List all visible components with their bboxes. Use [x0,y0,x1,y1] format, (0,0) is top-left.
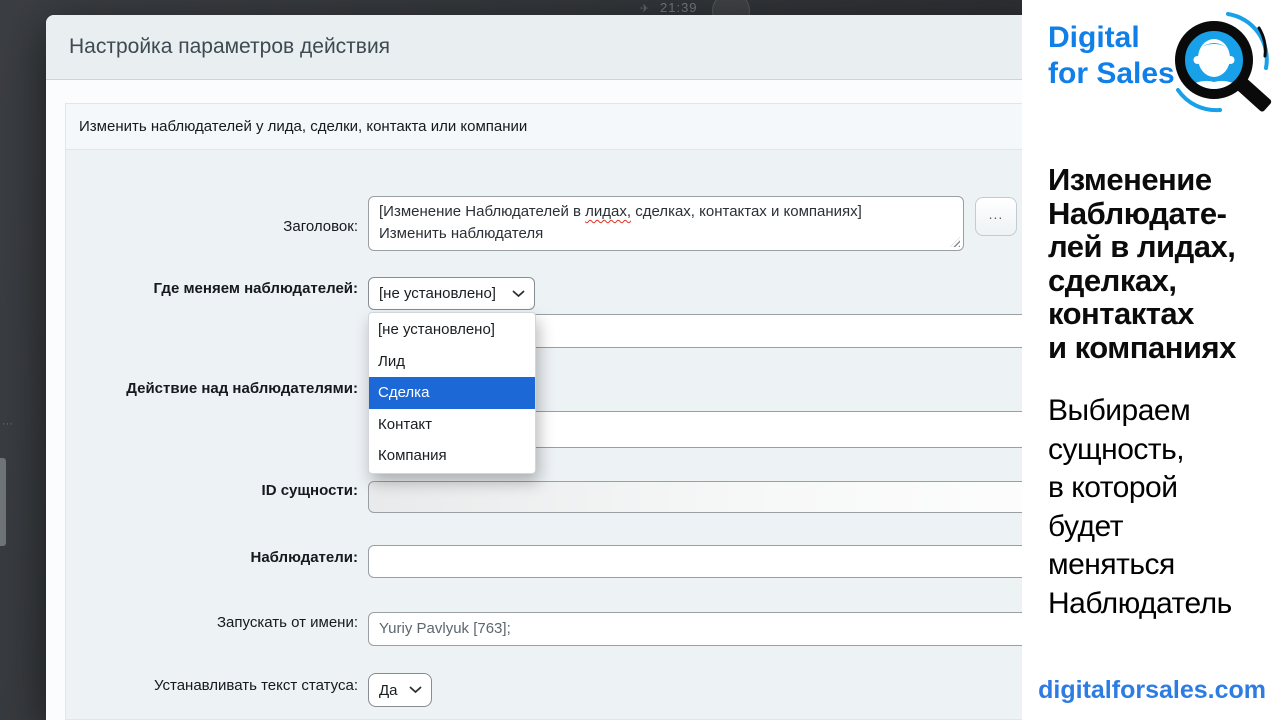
chevron-down-icon [409,686,422,693]
dropdown-option-not-set[interactable]: [не установлено] [369,314,535,346]
entity-select-value: [не установлено] [379,285,496,302]
promo-heading: Изменение Наблюдате- лей в лидах, сделка… [1048,162,1236,365]
entity-id-input[interactable] [368,481,1040,513]
entity-select[interactable]: [не установлено] [368,277,535,310]
label-title: Заголовок: [283,218,358,235]
entity-dropdown-list: [не установлено] Лид Сделка Контакт Комп… [368,312,536,474]
magnifier-face-logo-icon [1175,12,1272,113]
title-line-2: Изменить наблюдателя [379,225,544,242]
background-scrollbar [0,458,6,546]
label-status-text: Устанавливать текст статуса: [153,677,358,694]
label-entity-id: ID сущности: [261,482,358,499]
label-action: Действие над наблюдателями: [126,380,358,397]
title-textarea[interactable]: [Изменение Наблюдателей в лидах, сделках… [368,196,964,251]
promo-subtext: Выбираем сущность, в которой будет менят… [1048,394,1232,620]
misspelled-word: лидах, [585,203,632,220]
status-text-value: Да [379,681,398,699]
dialog-header: Настройка параметров действия [46,15,1040,80]
label-run-as: Запускать от имени: [216,614,358,631]
activity-panel-header: Изменить наблюдателей у лида, сделки, ко… [66,104,1039,150]
dropdown-option-contact[interactable]: Контакт [369,409,535,441]
brand-name: Digital for Sales [1048,21,1175,90]
chevron-down-icon [512,290,525,297]
background-artifact: ··· [2,418,13,430]
taskbar-clock: 21:39 [660,0,698,15]
dialog-title: Настройка параметров действия [69,35,391,58]
dropdown-option-company[interactable]: Компания [369,440,535,472]
label-entity: Где меняем наблюдателей: [153,280,359,297]
screen: ✈ 21:39 ··· Настройка параметров действи… [0,0,1280,720]
dropdown-option-lead[interactable]: Лид [369,346,535,378]
promo-sidebar: Digital for Sales Изменение Наблюдате- л… [1022,0,1280,720]
airplane-mode-icon: ✈ [640,3,650,15]
status-text-select[interactable]: Да [368,673,432,707]
promo-site-link[interactable]: digitalforsales.com [1038,676,1266,705]
activity-panel-title: Изменить наблюдателей у лида, сделки, ко… [79,118,528,135]
observers-input[interactable] [368,545,1040,578]
title-more-button[interactable]: ... [975,197,1017,236]
label-observers: Наблюдатели: [250,549,358,566]
dropdown-option-deal[interactable]: Сделка [369,377,535,409]
run-as-input[interactable]: Yuriy Pavlyuk [763]; [368,612,1040,646]
title-line-1: [Изменение Наблюдателей в лидах, сделках… [379,203,862,220]
